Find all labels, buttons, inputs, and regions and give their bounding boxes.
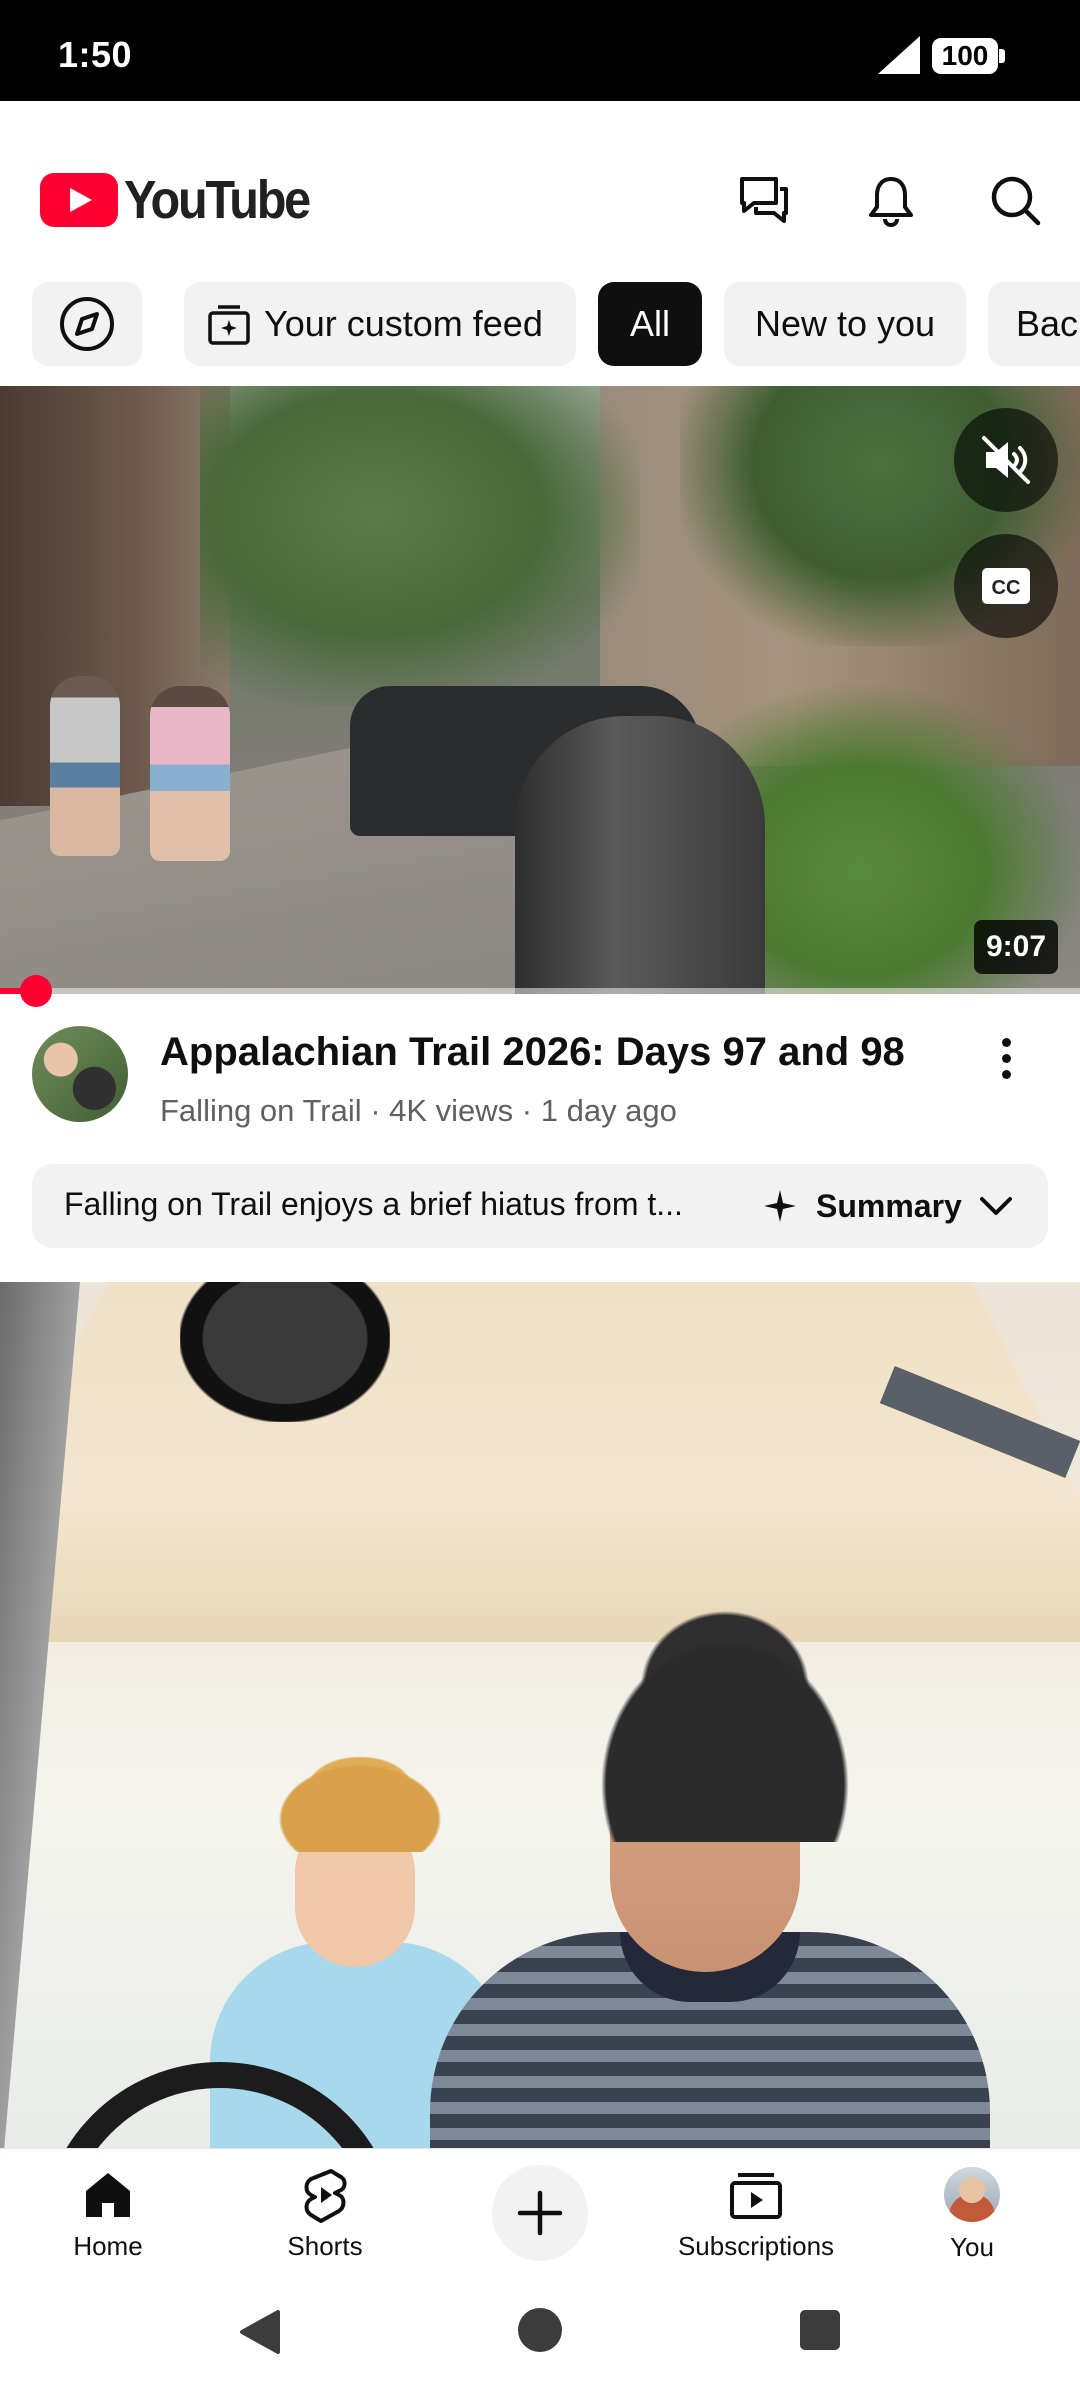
progress-scrubber[interactable] — [19, 975, 52, 1007]
nav-you-label: You — [950, 2232, 994, 2262]
progress-fill — [0, 988, 22, 994]
back-icon[interactable] — [238, 2310, 280, 2354]
nav-subscriptions[interactable]: Subscriptions — [656, 2149, 856, 2263]
signal-icon — [878, 36, 920, 74]
nav-shorts[interactable]: Shorts — [225, 2149, 425, 2263]
battery-level: 100 — [932, 38, 998, 74]
nav-home[interactable]: Home — [8, 2149, 208, 2263]
system-nav-bar — [0, 2262, 1080, 2400]
summary-text: Falling on Trail enjoys a brief hiatus f… — [64, 1186, 683, 1222]
chip-all[interactable]: All — [598, 282, 702, 366]
recents-icon[interactable] — [800, 2310, 840, 2350]
subscriptions-icon — [730, 2173, 782, 2219]
explore-chip[interactable] — [32, 282, 142, 366]
chip-back-truncated[interactable]: Bac — [988, 282, 1080, 366]
you-avatar — [944, 2167, 1000, 2222]
nav-subscriptions-label: Subscriptions — [677, 2231, 835, 2261]
status-time: 1:50 — [58, 34, 133, 75]
bell-icon[interactable] — [861, 171, 921, 231]
explore-compass-icon — [60, 297, 114, 351]
custom-feed-icon — [208, 305, 250, 345]
battery-icon: 100 — [932, 38, 1006, 74]
chip-custom-feed[interactable]: Your custom feed — [184, 282, 576, 366]
filter-chips: Your custom feed All New to you Bac — [0, 282, 1080, 366]
youtube-logo[interactable]: YouTube — [40, 170, 329, 230]
more-vert-icon[interactable] — [984, 1028, 1028, 1088]
create-plus-icon — [517, 2190, 563, 2236]
shorts-icon — [304, 2169, 347, 2223]
search-icon[interactable] — [986, 171, 1046, 231]
app-header: YouTube — [0, 101, 1080, 271]
sparkle-icon — [764, 1190, 796, 1222]
svg-text:CC: CC — [992, 577, 1021, 599]
logo-text: YouTube — [124, 170, 311, 230]
status-bar: 1:50 100 — [0, 0, 1080, 101]
home-circle-icon[interactable] — [518, 2308, 562, 2352]
video-duration: 9:07 — [974, 920, 1059, 974]
youtube-play-icon — [40, 173, 118, 227]
video-meta: Falling on Trail · 4K views · 1 day ago — [160, 1093, 677, 1128]
progress-track[interactable] — [0, 988, 1080, 994]
chevron-down-icon — [979, 1197, 1012, 1215]
nav-shorts-label: Shorts — [287, 2231, 363, 2261]
nav-home-label: Home — [73, 2231, 143, 2261]
summary-bar[interactable]: Falling on Trail enjoys a brief hiatus f… — [32, 1164, 1048, 1248]
video-thumbnail-2[interactable] — [0, 1282, 1080, 2148]
messages-icon[interactable] — [734, 171, 794, 231]
video-player-thumbnail[interactable] — [0, 386, 1080, 994]
mute-button[interactable] — [954, 408, 1058, 512]
chip-custom-feed-label: Your custom feed — [264, 303, 543, 344]
video-title[interactable]: Appalachian Trail 2026: Days 97 and 98 — [160, 1030, 905, 1075]
bottom-nav: Home Shorts Subscriptions You — [0, 2148, 1080, 2262]
summary-button-label: Summary — [816, 1187, 962, 1224]
summary-button[interactable]: Summary — [762, 1164, 1042, 1248]
captions-button[interactable]: CC — [954, 534, 1058, 638]
captions-icon: CC — [982, 568, 1030, 604]
mute-icon — [982, 436, 1030, 484]
chip-new-to-you[interactable]: New to you — [724, 282, 966, 366]
home-icon — [86, 2173, 130, 2217]
channel-avatar[interactable] — [32, 1026, 128, 1122]
nav-you[interactable]: You — [872, 2149, 1072, 2263]
create-button[interactable] — [492, 2165, 588, 2261]
